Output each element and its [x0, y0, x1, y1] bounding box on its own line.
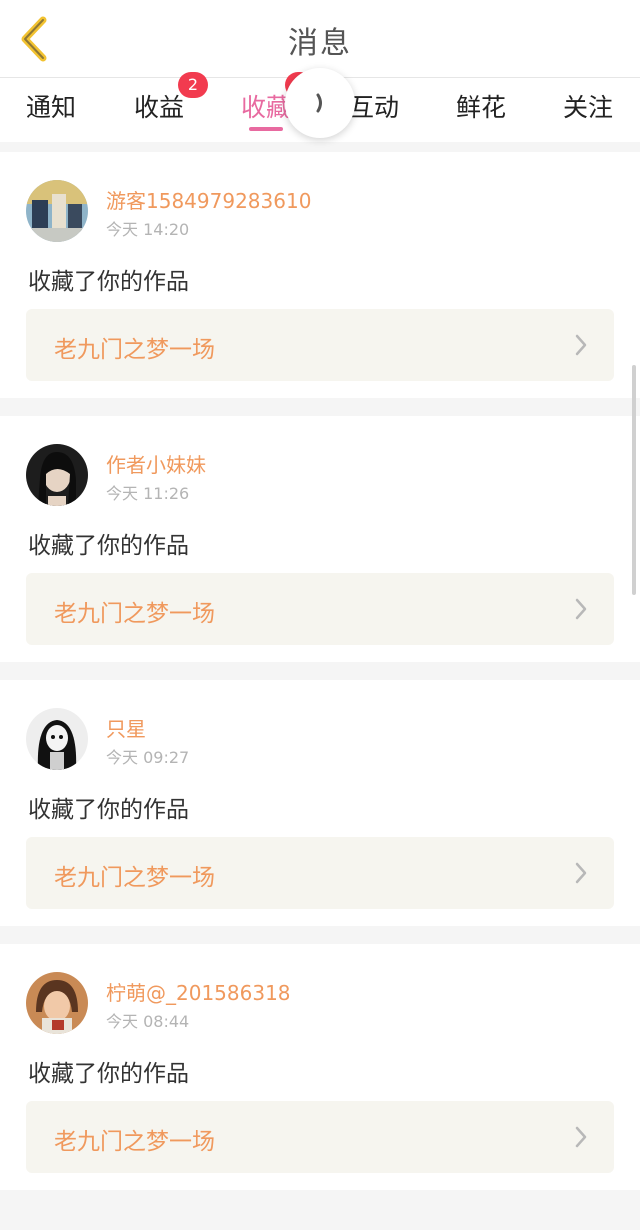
app-root: 消息 通知 收益 2 收藏 互动 鲜花 关注 游客1584979283610 今… [0, 0, 640, 1230]
message-card: 作者小妹妹 今天 11:26 收藏了你的作品 老九门之梦一场 [0, 416, 640, 662]
username-link[interactable]: 只星 [106, 713, 146, 742]
work-link[interactable]: 老九门之梦一场 [26, 837, 614, 909]
action-text: 收藏了你的作品 [28, 533, 189, 559]
username-link[interactable]: 游客1584979283610 [106, 185, 311, 214]
avatar-photo-icon [26, 180, 88, 242]
tab-label: 通知 [26, 93, 77, 122]
tab-earnings[interactable]: 收益 2 [134, 72, 208, 136]
tab-label: 互动 [349, 93, 400, 122]
message-card: 柠萌@_201586318 今天 08:44 收藏了你的作品 老九门之梦一场 [0, 944, 640, 1190]
username-link[interactable]: 作者小妹妹 [106, 449, 206, 478]
action-text: 收藏了你的作品 [28, 1061, 189, 1087]
work-link[interactable]: 老九门之梦一场 [26, 573, 614, 645]
timestamp: 今天 14:20 [106, 220, 190, 239]
work-link[interactable]: 老九门之梦一场 [26, 309, 614, 381]
message-card: 游客1584979283610 今天 14:20 收藏了你的作品 老九门之梦一场 [0, 152, 640, 398]
tab-label: 鲜花 [456, 93, 507, 122]
avatar[interactable] [26, 972, 88, 1034]
tab-following[interactable]: 关注 [563, 88, 613, 136]
work-link[interactable]: 老九门之梦一场 [26, 1101, 614, 1173]
page-title: 消息 [288, 26, 352, 61]
action-text: 收藏了你的作品 [28, 797, 189, 823]
action-text: 收藏了你的作品 [28, 269, 189, 295]
scrollbar[interactable] [632, 365, 636, 595]
timestamp: 今天 11:26 [106, 484, 190, 503]
avatar[interactable] [26, 708, 88, 770]
tab-label: 收益 [134, 93, 185, 122]
tab-label: 收藏 [241, 93, 292, 122]
avatar-photo-icon [26, 444, 88, 506]
tab-notifications[interactable]: 通知 [26, 88, 76, 136]
work-title: 老九门之梦一场 [54, 337, 215, 363]
active-tab-indicator [249, 127, 283, 131]
tab-flowers[interactable]: 鲜花 [456, 88, 506, 136]
timestamp: 今天 08:44 [106, 1012, 190, 1031]
loading-spinner [285, 68, 355, 138]
unread-badge: 2 [178, 72, 208, 98]
timestamp: 今天 09:27 [106, 748, 190, 767]
message-card: 只星 今天 09:27 收藏了你的作品 老九门之梦一场 [0, 680, 640, 926]
spinner-icon [316, 93, 322, 113]
message-list: 游客1584979283610 今天 14:20 收藏了你的作品 老九门之梦一场 [0, 152, 640, 1208]
work-title: 老九门之梦一场 [54, 865, 215, 891]
work-title: 老九门之梦一场 [54, 601, 215, 627]
username-link[interactable]: 柠萌@_201586318 [106, 977, 291, 1006]
chevron-right-icon [575, 1126, 587, 1148]
header-bar: 消息 [0, 0, 640, 78]
avatar-photo-icon [26, 972, 88, 1034]
avatar-photo-icon [26, 708, 88, 770]
work-title: 老九门之梦一场 [54, 1129, 215, 1155]
chevron-right-icon [575, 598, 587, 620]
tab-favorites[interactable]: 收藏 [241, 72, 313, 136]
avatar[interactable] [26, 444, 88, 506]
tab-label: 关注 [563, 93, 614, 122]
chevron-right-icon [575, 334, 587, 356]
chevron-right-icon [575, 862, 587, 884]
tab-interactions[interactable]: 互动 [349, 88, 399, 136]
avatar[interactable] [26, 180, 88, 242]
